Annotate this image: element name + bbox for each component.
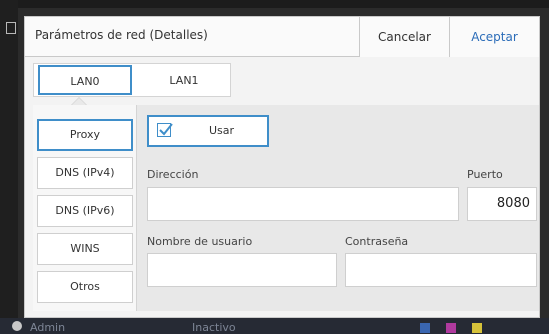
use-proxy-toggle[interactable]: Usar	[147, 115, 269, 147]
port-label: Puerto	[467, 168, 503, 181]
dialog-title: Parámetros de red (Detalles)	[35, 28, 208, 42]
checkmark-icon	[159, 123, 173, 136]
lan-tab-strip: LAN0 LAN1	[33, 63, 231, 97]
status-bar: Admin Inactivo	[0, 318, 549, 334]
selected-tab-pointer	[71, 97, 87, 105]
settings-panel: Proxy DNS (IPv4) DNS (IPv6) WINS Otros U…	[33, 105, 539, 311]
cancel-button[interactable]: Cancelar	[359, 17, 449, 57]
status-indicator-icon	[446, 323, 456, 333]
window-top-edge	[0, 0, 549, 8]
user-icon	[12, 321, 22, 331]
accept-button[interactable]: Aceptar	[449, 17, 539, 57]
status-indicator-icon	[472, 323, 482, 333]
status-indicator-icon	[420, 323, 430, 333]
sidebar-item-otros[interactable]: Otros	[37, 271, 133, 303]
dialog-header: Parámetros de red (Detalles) Cancelar Ac…	[25, 17, 539, 57]
sidebar-item-dns-ipv4[interactable]: DNS (IPv4)	[37, 157, 133, 189]
checkbox[interactable]	[157, 123, 173, 137]
tab-lan1[interactable]: LAN1	[138, 64, 230, 98]
port-value: 8080	[496, 196, 530, 211]
proxy-settings: Usar Dirección Puerto 8080 Nombre de usu…	[137, 105, 539, 311]
sidebar: Proxy DNS (IPv4) DNS (IPv6) WINS Otros	[33, 105, 137, 311]
window-left-edge	[0, 0, 18, 334]
tab-lan0[interactable]: LAN0	[38, 65, 132, 95]
username-label: Nombre de usuario	[147, 235, 253, 248]
sidebar-item-wins[interactable]: WINS	[37, 233, 133, 265]
address-field[interactable]	[147, 187, 459, 221]
sidebar-item-dns-ipv6[interactable]: DNS (IPv6)	[37, 195, 133, 227]
status-state: Inactivo	[192, 321, 236, 334]
password-field[interactable]	[345, 253, 537, 287]
sheet-icon	[6, 22, 16, 34]
username-field[interactable]	[147, 253, 337, 287]
sidebar-item-proxy[interactable]: Proxy	[37, 119, 133, 151]
address-label: Dirección	[147, 168, 199, 181]
network-settings-dialog: Parámetros de red (Detalles) Cancelar Ac…	[24, 16, 540, 318]
use-proxy-label: Usar	[209, 124, 235, 137]
status-user: Admin	[30, 321, 66, 334]
password-label: Contraseña	[345, 235, 409, 248]
port-field[interactable]: 8080	[467, 187, 537, 221]
